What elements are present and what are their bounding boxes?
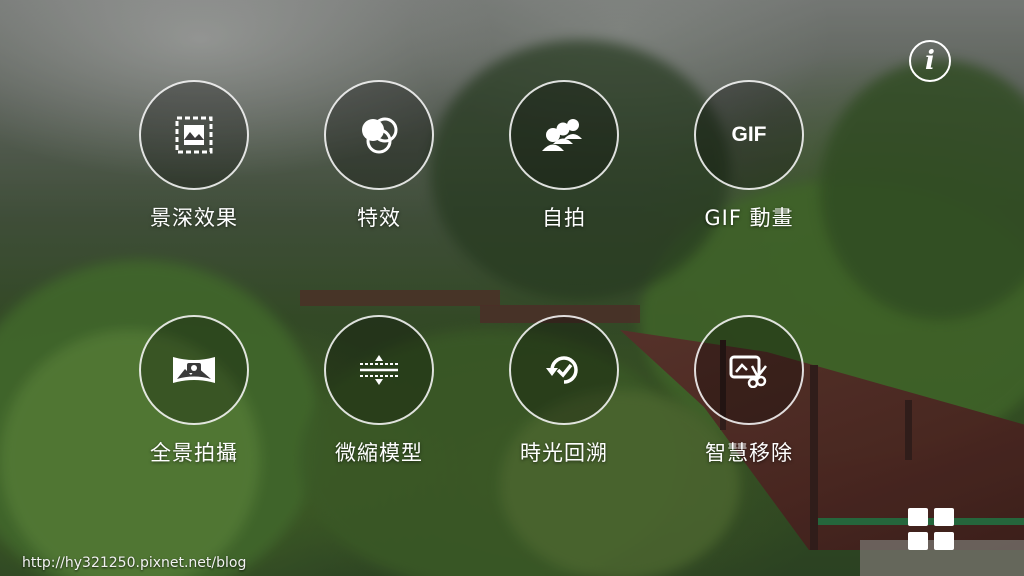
mode-panorama[interactable]: 全景拍攝 — [94, 315, 294, 467]
mode-gif[interactable]: GIF GIF 動畫 — [649, 80, 849, 232]
mode-depth-of-field[interactable]: 景深效果 — [94, 80, 294, 232]
mode-label: 智慧移除 — [705, 441, 793, 465]
mode-smart-remove[interactable]: 智慧移除 — [649, 315, 849, 467]
grid-cell — [908, 508, 928, 526]
mode-label: 特效 — [357, 206, 401, 230]
info-icon[interactable]: i — [909, 40, 951, 82]
mode-label: 時光回溯 — [520, 441, 608, 465]
grid-menu-icon[interactable] — [908, 508, 956, 550]
mode-ring[interactable] — [509, 80, 619, 190]
mode-label: GIF 動畫 — [704, 206, 794, 230]
mode-label: 自拍 — [542, 206, 586, 230]
mode-ring[interactable] — [324, 80, 434, 190]
mode-miniature[interactable]: 微縮模型 — [279, 315, 479, 467]
mode-ring[interactable] — [509, 315, 619, 425]
miniature-icon — [360, 355, 398, 385]
effects-icon — [362, 117, 398, 154]
mode-ring[interactable] — [139, 315, 249, 425]
mode-label: 全景拍攝 — [150, 441, 238, 465]
mode-ring[interactable] — [694, 315, 804, 425]
mode-label: 景深效果 — [150, 206, 238, 230]
camera-mode-screen: 景深效果 特效 自拍 GIF GIF 動畫 全景拍攝 微縮模型 時光回溯 智慧移… — [0, 0, 1024, 576]
mode-ring[interactable]: GIF — [694, 80, 804, 190]
selfie-icon — [542, 119, 582, 151]
depth-of-field-icon — [175, 116, 213, 154]
mode-label: 微縮模型 — [335, 441, 423, 465]
time-rewind-icon — [546, 356, 578, 384]
grid-cell — [908, 532, 928, 550]
mode-selfie[interactable]: 自拍 — [464, 80, 664, 232]
panorama-icon — [173, 357, 215, 383]
mode-ring[interactable] — [324, 315, 434, 425]
grid-cell — [934, 508, 954, 526]
mode-ring[interactable] — [139, 80, 249, 190]
grid-cell — [934, 532, 954, 550]
mode-time-rewind[interactable]: 時光回溯 — [464, 315, 664, 467]
mode-effects[interactable]: 特效 — [279, 80, 479, 232]
gif-icon: GIF — [731, 123, 767, 146]
watermark-text: http://hy321250.pixnet.net/blog — [22, 555, 247, 571]
smart-remove-icon — [729, 355, 767, 388]
